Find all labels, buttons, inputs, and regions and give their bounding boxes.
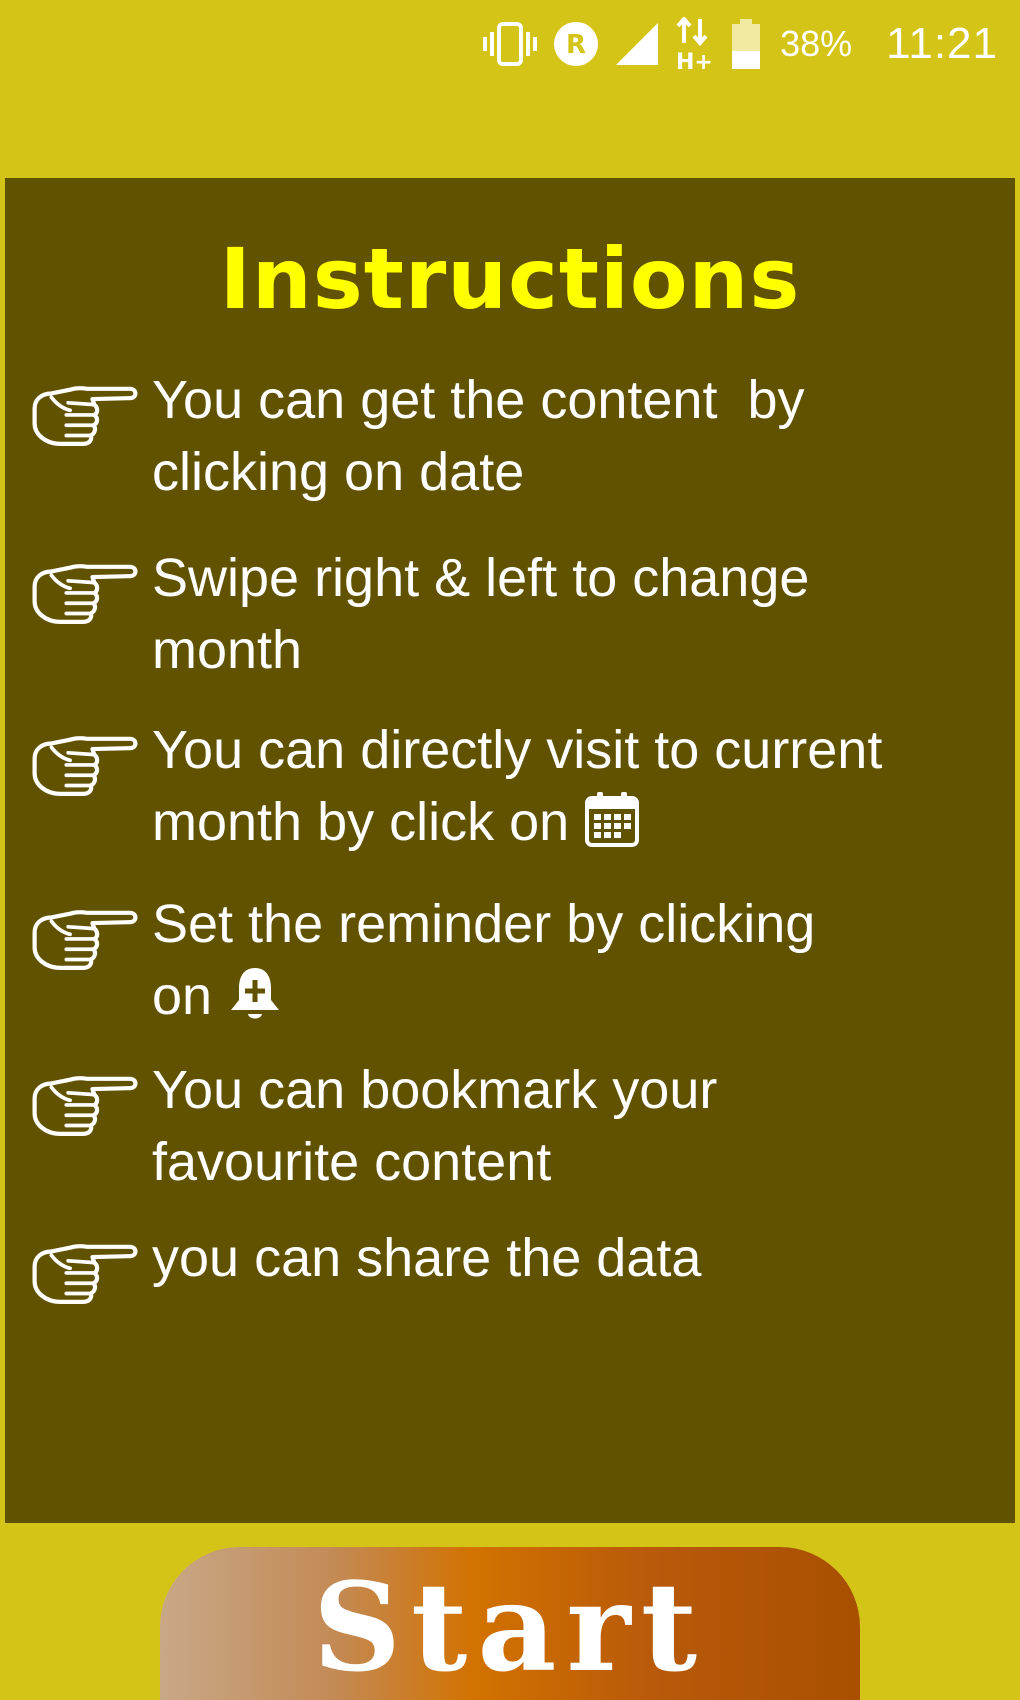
instruction-text: You can directly visit to current month … (152, 720, 883, 852)
instruction-text: Swipe right & left to change month (152, 548, 810, 680)
pointing-hand-icon (29, 554, 141, 630)
clock: 11:21 (886, 19, 998, 68)
status-icons: R H+ 38% 11:21 (482, 14, 998, 74)
start-button-label: Start (312, 1554, 708, 1699)
pointing-hand-icon (29, 376, 141, 452)
roaming-icon: R (552, 20, 600, 68)
svg-text:H+: H+ (676, 50, 713, 71)
instruction-text: you can share the data (152, 1228, 702, 1288)
pointing-hand-icon (29, 726, 141, 802)
data-hplus-icon: H+ (674, 17, 716, 71)
battery-icon (730, 19, 762, 69)
instruction-text: You can bookmark your favourite content (152, 1060, 718, 1192)
instructions-title: Instructions (219, 230, 801, 328)
pointing-hand-icon (29, 1234, 141, 1310)
status-bar: R H+ 38% 11:21 (0, 0, 1020, 90)
instruction-text: Set the reminder by clicking on (152, 894, 816, 1026)
add-reminder-bell-icon (231, 968, 280, 1019)
instructions-panel: Instructions You can get the content by … (5, 178, 1015, 1523)
pointing-hand-icon (29, 900, 141, 976)
start-button[interactable]: Start (160, 1547, 860, 1700)
pointing-hand-icon (29, 1066, 141, 1142)
svg-text:R: R (566, 30, 586, 60)
vibrate-icon (482, 20, 538, 68)
instruction-text: You can get the content by clicking on d… (152, 370, 805, 502)
battery-percentage: 38% (780, 23, 853, 64)
calendar-icon (585, 792, 640, 847)
signal-icon (614, 21, 660, 67)
